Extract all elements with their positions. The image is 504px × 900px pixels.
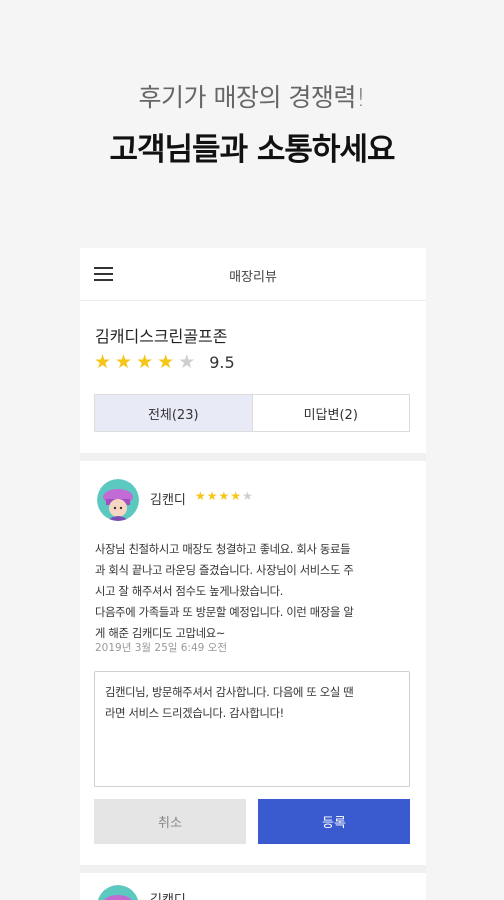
app-bar: 매장리뷰 <box>80 248 426 301</box>
star-icon: ★ <box>94 351 112 373</box>
review-date: 2019년 3월 25일 6:49 오전 <box>95 642 227 654</box>
store-name: 김캐디스크린골프존 <box>95 327 228 346</box>
reviewer-name: 김캔디 <box>150 493 186 508</box>
avatar-icon <box>97 885 139 900</box>
rating-value: 9.5 <box>209 353 235 372</box>
review-card: 김캔디 ★ ★ ★ ★ ★ 사장님 친절하시고 매장도 청결하고 좋네요. 회사… <box>80 461 426 865</box>
tab-all[interactable]: 전체(23) <box>95 395 253 431</box>
submit-button[interactable]: 등록 <box>258 799 410 844</box>
store-rating: ★ ★ ★ ★ ★ 9.5 <box>94 351 235 373</box>
hero-title: 고객님들과 소통하세요 <box>109 132 396 168</box>
star-empty-icon: ★ <box>242 489 253 503</box>
star-icon: ★ <box>218 489 230 503</box>
cancel-button[interactable]: 취소 <box>94 799 246 844</box>
review-text: 사장님 친절하시고 매장도 청결하고 좋네요. 회사 동료들 과 회식 끝나고 … <box>95 543 354 640</box>
avatar-icon <box>97 479 139 521</box>
store-summary-card: 김캐디스크린골프존 ★ ★ ★ ★ ★ 9.5 전체(23) 미답변(2) <box>80 301 426 453</box>
tab-unanswered[interactable]: 미답변(2) <box>252 395 409 431</box>
star-icon: ★ <box>115 351 133 373</box>
page-title: 매장리뷰 <box>229 270 277 285</box>
reviewer-name: 김캔디 <box>150 889 186 900</box>
star-icon: ★ <box>157 351 175 373</box>
star-icon: ★ <box>195 489 206 503</box>
app-screen: 매장리뷰 김캐디스크린골프존 ★ ★ ★ ★ ★ 9.5 전체(23) 미답변(… <box>80 248 426 900</box>
review-rating: ★ ★ ★ ★ ★ <box>195 489 254 503</box>
reply-input[interactable]: 김캔디님, 방문해주셔서 감사합니다. 다음에 또 오실 땐 라면 서비스 드리… <box>94 671 410 787</box>
star-empty-icon: ★ <box>178 351 196 373</box>
review-filter-tabs: 전체(23) 미답변(2) <box>94 394 410 432</box>
star-icon: ★ <box>206 489 218 503</box>
hero-subtitle: 후기가 매장의 경쟁력! <box>138 83 366 112</box>
star-icon: ★ <box>230 489 242 503</box>
review-card: 김캔디 <box>80 873 426 900</box>
divider <box>80 453 426 461</box>
star-icon: ★ <box>136 351 154 373</box>
divider <box>80 865 426 873</box>
